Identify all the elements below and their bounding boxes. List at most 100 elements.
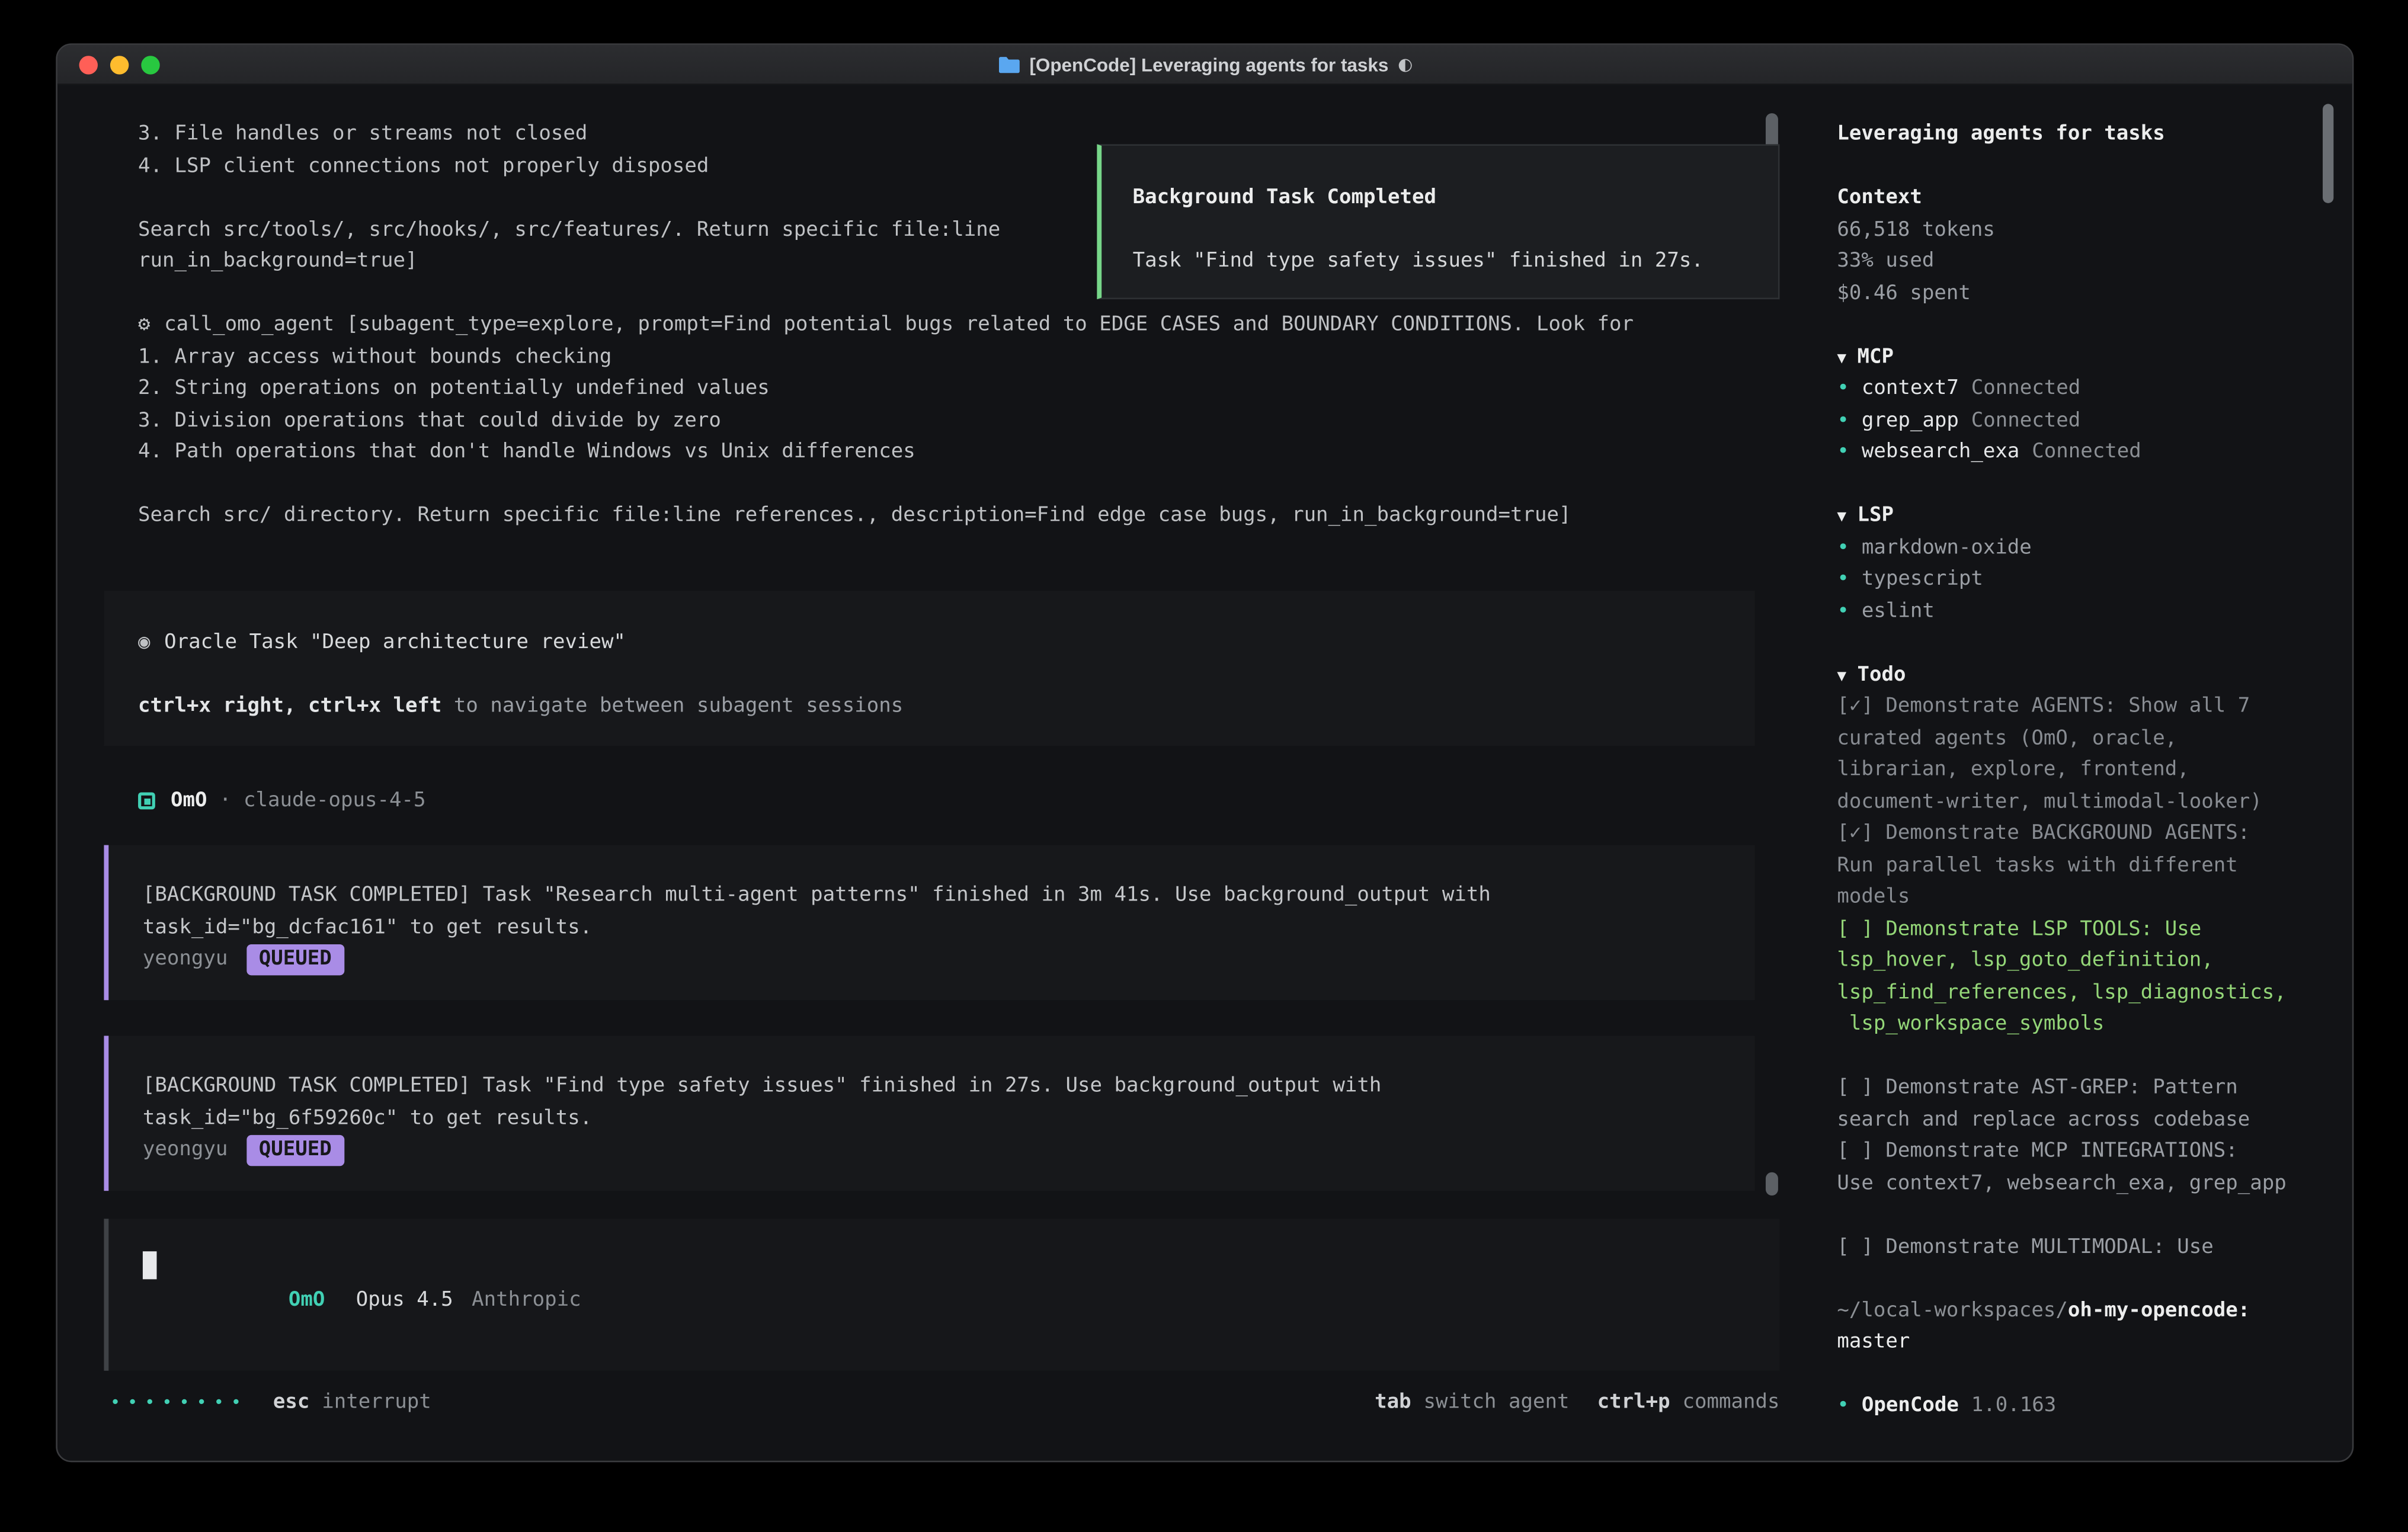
chevron-down-icon: ▼ — [1837, 509, 1846, 526]
mcp-status: Connected — [1971, 409, 2080, 432]
status-badge: QUEUED — [246, 1135, 344, 1166]
bullet-icon: • — [1837, 568, 1849, 591]
prompt-input[interactable]: OmOOpus 4.5Anthropic — [104, 1219, 1779, 1371]
agent-icon-dot — [143, 798, 149, 804]
lsp-name: typescript — [1862, 568, 1983, 591]
mcp-status: Connected — [2032, 440, 2141, 463]
blank-line — [1837, 628, 2327, 660]
message-block: [BACKGROUND TASK COMPLETED] Task "Resear… — [104, 845, 1754, 1000]
lsp-item: • typescript — [1837, 565, 2327, 597]
minimize-button[interactable] — [110, 55, 129, 73]
record-icon: ◉ — [138, 630, 150, 653]
model-row: OmOOpus 4.5Anthropic — [143, 1254, 581, 1349]
blank-line — [138, 659, 1721, 691]
bullet-icon: • — [1837, 600, 1849, 623]
todo-item: [✓] Demonstrate AGENTS: Show all 7 curat… — [1837, 691, 2327, 819]
titlebar[interactable]: [OpenCode] Leveraging agents for tasks ◐ — [57, 45, 2352, 85]
tool-call-text: call_omo_agent [subagent_type=explore, p… — [164, 313, 1634, 336]
tab-key-hint: tab — [1375, 1391, 1411, 1414]
status-badge: QUEUED — [246, 944, 344, 975]
todo-heading-label: Todo — [1858, 663, 1906, 686]
folder-icon — [997, 55, 1020, 73]
commands-key-hint: ctrl+p — [1597, 1391, 1670, 1414]
spinner-dots-icon: •••••••• — [110, 1392, 248, 1412]
mcp-name: websearch_exa — [1862, 440, 2019, 463]
window-title-text: [OpenCode] Leveraging agents for tasks — [1029, 53, 1388, 75]
message-meta: yeongyuQUEUED — [143, 1135, 1721, 1167]
agent-header: OmO · claude-opus-4-5 — [138, 786, 1779, 818]
background-task-toast: Background Task Completed Task "Find typ… — [1097, 144, 1779, 299]
context-tokens: 66,518 tokens — [1837, 215, 2327, 247]
oracle-hint: ctrl+x right, ctrl+x left to navigate be… — [138, 691, 1721, 723]
input-agent-name: OmO — [289, 1289, 325, 1312]
lsp-item: •markdown-oxide — [1837, 533, 2327, 565]
window-title: [OpenCode] Leveraging agents for tasks ◐ — [997, 53, 1413, 75]
todo-item: [✓] Demonstrate BACKGROUND AGENTS: Run p… — [1837, 819, 2327, 914]
message-line: [BACKGROUND TASK COMPLETED] Task "Resear… — [143, 881, 1721, 913]
sidebar-scrollbar-thumb[interactable] — [2323, 104, 2333, 203]
toast-title: Background Task Completed — [1133, 183, 1747, 215]
blank-line — [138, 469, 1779, 501]
tool-call-item: 2. String operations on potentially unde… — [138, 374, 1779, 406]
mcp-name: grep_app — [1862, 409, 1959, 432]
oracle-hint-keys: ctrl+x right, ctrl+x left — [138, 694, 441, 717]
mcp-section-heading[interactable]: ▼ MCP — [1837, 342, 2327, 374]
agent-name: OmO — [171, 786, 207, 818]
mcp-item: • websearch_exa Connected — [1837, 437, 2327, 469]
blank-line — [1837, 310, 2327, 342]
tool-call-item: 1. Array access without bounds checking — [138, 342, 1779, 374]
statusbar: ••••••••escinterrupt tabswitch agentctrl… — [110, 1388, 1780, 1420]
blank-line — [1837, 469, 2327, 501]
bullet-icon: • — [1837, 1394, 1849, 1417]
chevron-down-icon: ▼ — [1837, 350, 1846, 367]
agent-separator — [232, 786, 244, 818]
tool-call-header: ⚙call_omo_agent [subagent_type=explore, … — [138, 310, 1779, 342]
session-timer-icon: ◐ — [1398, 55, 1413, 75]
agent-icon — [138, 793, 155, 810]
context-spent: $0.46 spent — [1837, 278, 2327, 310]
commands-key-label: commands — [1683, 1391, 1780, 1414]
zoom-button[interactable] — [141, 55, 159, 73]
mcp-heading-label: MCP — [1858, 345, 1894, 368]
main-scrollbar-thumb[interactable] — [1766, 1172, 1778, 1196]
lsp-section-heading[interactable]: ▼LSP — [1837, 501, 2327, 533]
lsp-name: eslint — [1862, 600, 1935, 623]
context-heading: Context — [1837, 183, 2327, 215]
workspace-branch-row: master — [1837, 1327, 2327, 1359]
input-provider-name: Anthropic — [472, 1289, 581, 1312]
mcp-status: Connected — [1971, 377, 2080, 400]
workspace-dir: ~/local-workspaces/ — [1837, 1299, 2067, 1322]
app-window: [OpenCode] Leveraging agents for tasks ◐… — [56, 43, 2353, 1462]
todo-section-heading[interactable]: ▼ Todo — [1837, 660, 2327, 692]
mcp-name: context7 — [1862, 377, 1959, 400]
app-name: OpenCode — [1862, 1394, 1959, 1417]
statusbar-right: tabswitch agentctrl+pcommands — [1375, 1388, 1779, 1420]
mcp-item: •context7Connected — [1837, 374, 2327, 406]
tool-call-item: 3. Division operations that could divide… — [138, 405, 1779, 437]
close-button[interactable] — [79, 55, 98, 73]
message-block: [BACKGROUND TASK COMPLETED] Task "Find t… — [104, 1036, 1754, 1191]
workspace-repo: oh-my-opencode: — [2068, 1299, 2250, 1322]
oracle-hint-text: to navigate between subagent sessions — [441, 694, 903, 717]
oracle-task-title: Oracle Task "Deep architecture review" — [164, 630, 626, 653]
message-line: task_id="bg_6f59260c" to get results. — [143, 1103, 1721, 1135]
esc-key-hint: esc — [273, 1391, 309, 1414]
oracle-title-row: ◉ Oracle Task "Deep architecture review" — [138, 627, 1721, 659]
terminal-main: 3. File handles or streams not closed 4.… — [57, 84, 1780, 1462]
version-row: • OpenCode 1.0.163 — [1837, 1391, 2327, 1423]
context-used: 33% used — [1837, 246, 2327, 278]
chevron-down-icon: ▼ — [1837, 668, 1846, 685]
blank-line — [1837, 1264, 2327, 1296]
session-title: Leveraging agents for tasks — [1837, 120, 2327, 152]
bullet-icon: • — [1837, 409, 1849, 432]
todo-item: [ ] Demonstrate LSP TOOLS: Use lsp_hover… — [1837, 914, 2327, 1041]
bullet-icon: • — [1837, 440, 1849, 463]
tool-call-item: 4. Path operations that don't handle Win… — [138, 437, 1779, 469]
workspace-path: ~/local-workspaces/oh-my-opencode: — [1837, 1296, 2327, 1328]
todo-item: [ ] Demonstrate MULTIMODAL: Use — [1837, 1232, 2327, 1264]
mcp-item: • grep_app Connected — [1837, 405, 2327, 437]
workspace-branch: master — [1837, 1331, 1910, 1354]
app-version: 1.0.163 — [1971, 1394, 2056, 1417]
todo-item: [ ] Demonstrate AST-GREP: Pattern search… — [1837, 1073, 2327, 1136]
tool-call-footer: Search src/ directory. Return specific f… — [138, 501, 1779, 533]
